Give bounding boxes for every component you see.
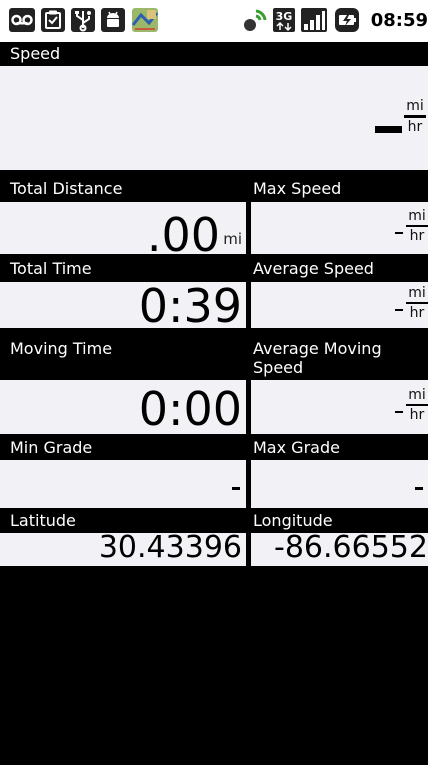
status-time: 08:59 xyxy=(370,10,428,31)
average-speed-dash xyxy=(395,309,403,311)
latitude-label: Latitude xyxy=(10,511,76,530)
average-speed-unit: mi hr xyxy=(406,285,428,321)
max-grade-label: Max Grade xyxy=(253,438,340,457)
longitude-panel: -86.66552 xyxy=(251,533,428,566)
signal-bars-icon xyxy=(301,8,327,32)
gps-signal-icon xyxy=(244,9,267,31)
speed-label: Speed xyxy=(10,44,61,63)
status-bar: 3G 08:59 xyxy=(0,0,428,42)
longitude-label: Longitude xyxy=(253,511,333,530)
min-grade-label: Min Grade xyxy=(10,438,93,457)
speed-value-dash xyxy=(375,126,402,133)
average-moving-speed-label-line2: Speed xyxy=(253,358,304,377)
moving-time-label: Moving Time xyxy=(10,339,113,358)
min-grade-panel xyxy=(0,460,246,508)
map-app-icon xyxy=(131,8,159,32)
android-debug-icon xyxy=(101,8,125,32)
total-distance-value: .00 xyxy=(146,208,220,262)
average-moving-speed-dash xyxy=(395,411,403,413)
max-grade-dash xyxy=(415,487,423,490)
total-distance-panel: .00 mi xyxy=(0,202,246,258)
svg-text:3G: 3G xyxy=(276,10,293,23)
total-time-label: Total Time xyxy=(10,259,92,278)
max-speed-dash xyxy=(395,232,403,234)
speed-unit: mi hr xyxy=(404,98,426,135)
max-grade-panel xyxy=(251,460,428,508)
max-speed-unit: mi hr xyxy=(406,208,428,244)
average-moving-speed-unit: mi hr xyxy=(406,387,428,423)
longitude-value: -86.66552 xyxy=(274,530,428,565)
latitude-value: 30.43396 xyxy=(98,530,242,565)
total-distance-unit: mi xyxy=(223,230,242,248)
latitude-panel: 30.43396 xyxy=(0,533,246,566)
battery-charging-icon xyxy=(335,8,359,32)
moving-time-value: 0:00 xyxy=(138,382,242,436)
speed-panel: mi hr xyxy=(0,66,428,170)
max-speed-panel: mi hr xyxy=(251,202,428,254)
average-moving-speed-panel: mi hr xyxy=(251,380,428,434)
voicemail-icon xyxy=(9,8,35,32)
total-distance-label: Total Distance xyxy=(10,179,123,198)
average-speed-panel: mi hr xyxy=(251,282,428,328)
total-time-panel: 0:39 xyxy=(0,279,246,333)
average-moving-speed-label-line1: Average Moving xyxy=(253,339,382,358)
moving-time-panel: 0:00 xyxy=(0,380,246,434)
max-speed-label: Max Speed xyxy=(253,179,342,198)
usb-icon xyxy=(71,8,95,32)
trip-stats-screen: Speed mi hr Total Distance Max Speed .00… xyxy=(0,42,428,765)
total-time-value: 0:39 xyxy=(138,279,242,333)
3g-data-icon: 3G xyxy=(273,8,295,32)
average-speed-label: Average Speed xyxy=(253,259,374,278)
clipboard-icon xyxy=(41,8,65,32)
min-grade-dash xyxy=(232,487,240,490)
